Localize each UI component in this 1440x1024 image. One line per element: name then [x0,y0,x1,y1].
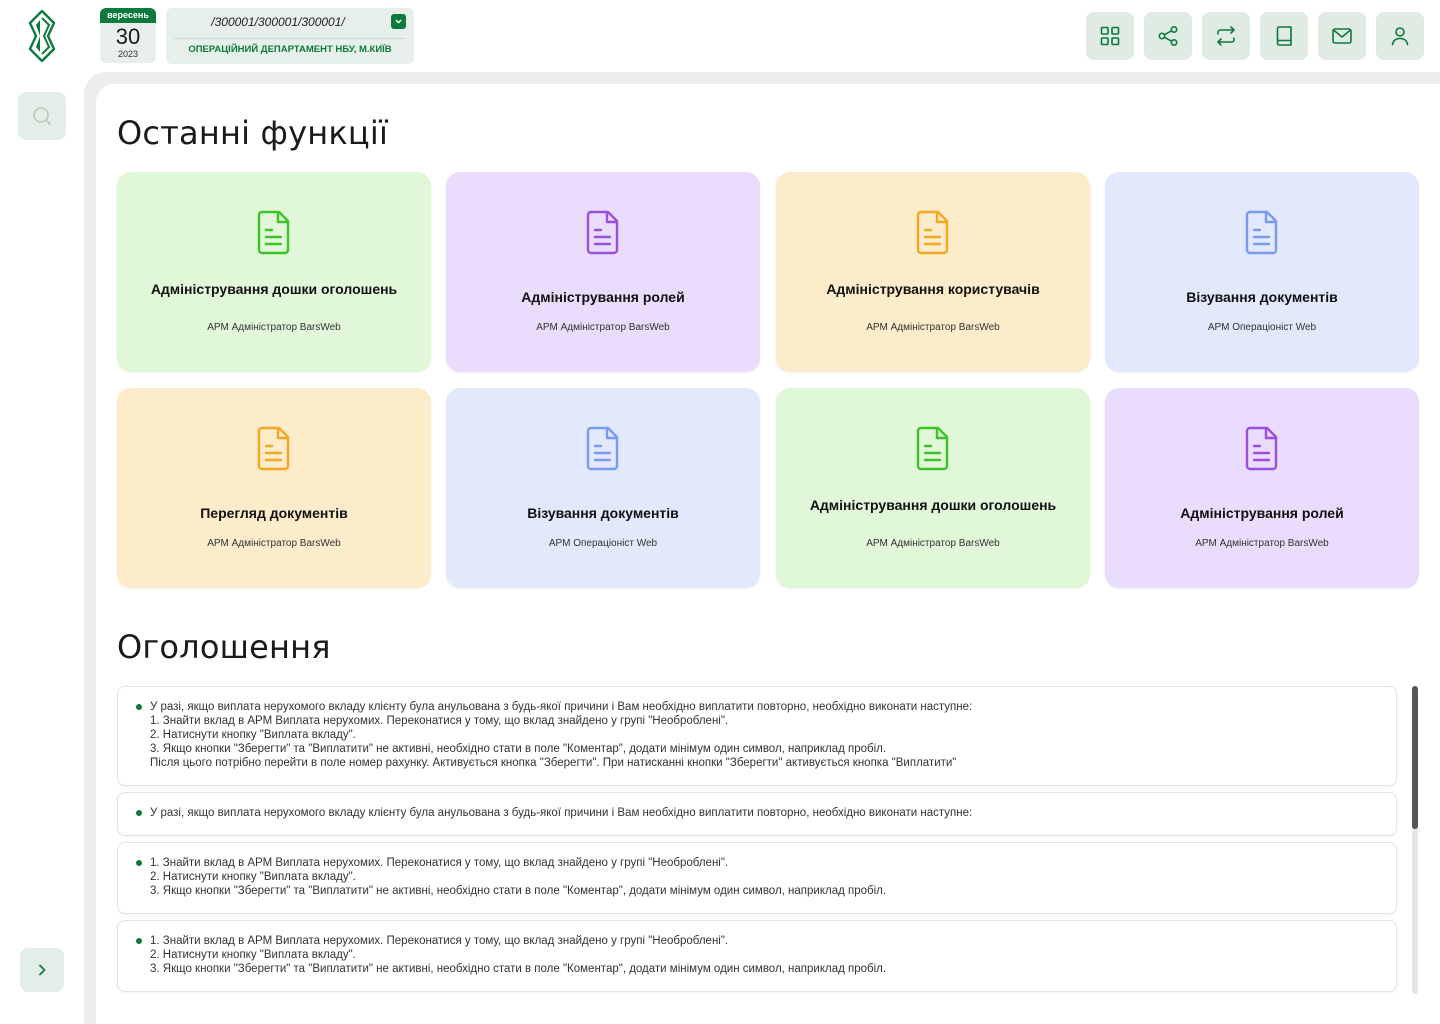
branch-selector[interactable]: /300001/300001/300001/ ОПЕРАЦІЙНИЙ ДЕПАР… [166,8,414,64]
branch-code: /300001/300001/300001/ [211,15,345,29]
announcement-text-line: 2. Натиснути кнопку "Виплата вкладу". [150,871,356,883]
document-icon [913,209,953,255]
mail-button[interactable] [1318,12,1366,60]
announcement-text-line: 2. Натиснути кнопку "Виплата вкладу". [150,949,356,961]
bullet-dot-icon [136,810,142,816]
bullet-dot-icon [136,860,142,866]
function-card-title: Перегляд документів [200,505,348,521]
chevron-right-icon [39,964,46,976]
exchange-button[interactable] [1202,12,1250,60]
share-button[interactable] [1144,12,1192,60]
apps-button[interactable] [1086,12,1134,60]
function-card[interactable]: Адміністрування дошки оголошень АРМ Адмін… [776,388,1090,588]
recent-functions-title: Останні функції [117,114,389,152]
function-card-title: Адміністрування ролей [521,289,685,305]
announcement-item[interactable]: 1. Знайти вклад в АРМ Виплата нерухомих.… [117,920,1397,992]
announcement-text-line: 1. Знайти вклад в АРМ Виплата нерухомих.… [150,715,729,727]
announcement-text-line: Після цього потрібно перейти в поле номе… [150,757,957,769]
document-icon [583,209,623,255]
book-icon [1276,26,1292,46]
function-card-subtitle: АРМ Операціоніст Web [1207,322,1317,333]
function-card-subtitle: АРМ Адміністратор BarsWeb [536,322,670,333]
date-month: вересень [100,8,156,23]
announcement-item[interactable]: У разі, якщо виплата нерухомого вкладу к… [117,792,1397,836]
branch-divider [174,38,406,39]
announcement-text-line: 3. Якщо кнопки "Зберегти" та "Виплатити"… [150,885,887,897]
document-icon [1242,209,1282,255]
chevron-down-icon[interactable] [391,14,406,29]
expand-sidebar-button[interactable] [20,948,64,992]
function-card[interactable]: Адміністрування користувачів АРМ Адмініст… [776,172,1090,372]
function-card-title: Адміністрування ролей [1180,505,1344,521]
share-icon [1158,25,1178,47]
function-card[interactable]: Візування документів АРМ Операціоніст Web [1105,172,1419,372]
function-card[interactable]: Адміністрування ролей АРМ Адміністратор B… [1105,388,1419,588]
bullet-dot-icon [136,704,142,710]
function-card-subtitle: АРМ Адміністратор BarsWeb [1195,538,1329,549]
announcement-item[interactable]: 1. Знайти вклад в АРМ Виплата нерухомих.… [117,842,1397,914]
date-year: 2023 [117,49,139,59]
announcement-text-line: 1. Знайти вклад в АРМ Виплата нерухомих.… [150,857,729,869]
operational-date[interactable]: вересень 30 2023 [100,8,156,63]
exchange-icon [1217,26,1235,46]
function-card-title: Візування документів [527,505,679,521]
announcement-item[interactable]: У разі, якщо виплата нерухомого вкладу к… [117,686,1397,786]
announcement-text-line: У разі, якщо виплата нерухомого вкладу к… [150,807,973,819]
function-card[interactable]: Адміністрування ролей АРМ Адміністратор B… [446,172,760,372]
function-card[interactable]: Перегляд документів АРМ Адміністратор Bar… [117,388,431,588]
function-card-title: Адміністрування дошки оголошень [150,281,398,297]
grid-icon [1100,26,1120,46]
function-card-title: Адміністрування користувачів [826,281,1040,297]
mail-icon [1332,28,1352,44]
search-icon [33,107,51,125]
bank-logo[interactable] [24,9,60,63]
date-day: 30 [115,24,141,49]
document-icon [254,209,294,255]
profile-button[interactable] [1376,12,1424,60]
document-icon [583,425,623,471]
search-button[interactable] [18,92,66,140]
announcement-text-line: У разі, якщо виплата нерухомого вкладу к… [150,701,973,713]
function-card-title: Візування документів [1186,289,1338,305]
document-icon [254,425,294,471]
function-card-subtitle: АРМ Операціоніст Web [548,538,658,549]
announcement-text-line: 1. Знайти вклад в АРМ Виплата нерухомих.… [150,935,729,947]
announcement-text-line: 3. Якщо кнопки "Зберегти" та "Виплатити"… [150,743,887,755]
function-card[interactable]: Візування документів АРМ Операціоніст Web [446,388,760,588]
function-card-title: Адміністрування дошки оголошень [809,497,1057,513]
announcement-text-line: 2. Натиснути кнопку "Виплата вкладу". [150,729,356,741]
announcement-text-line: 3. Якщо кнопки "Зберегти" та "Виплатити"… [150,963,887,975]
function-card[interactable]: Адміністрування дошки оголошень АРМ Адмін… [117,172,431,372]
function-card-subtitle: АРМ Адміністратор BarsWeb [866,322,1000,333]
document-icon [1242,425,1282,471]
function-card-subtitle: АРМ Адміністратор BarsWeb [207,538,341,549]
user-icon [1391,27,1409,46]
branch-department: ОПЕРАЦІЙНИЙ ДЕПАРТАМЕНТ НБУ, М.КИЇВ [188,44,392,55]
document-icon [913,425,953,471]
announcements-title: Оголошення [117,628,331,666]
function-card-subtitle: АРМ Адміністратор BarsWeb [866,538,1000,549]
announcements-scrollbar-thumb[interactable] [1412,686,1418,829]
book-button[interactable] [1260,12,1308,60]
function-card-subtitle: АРМ Адміністратор BarsWeb [207,322,341,333]
bullet-dot-icon [136,938,142,944]
